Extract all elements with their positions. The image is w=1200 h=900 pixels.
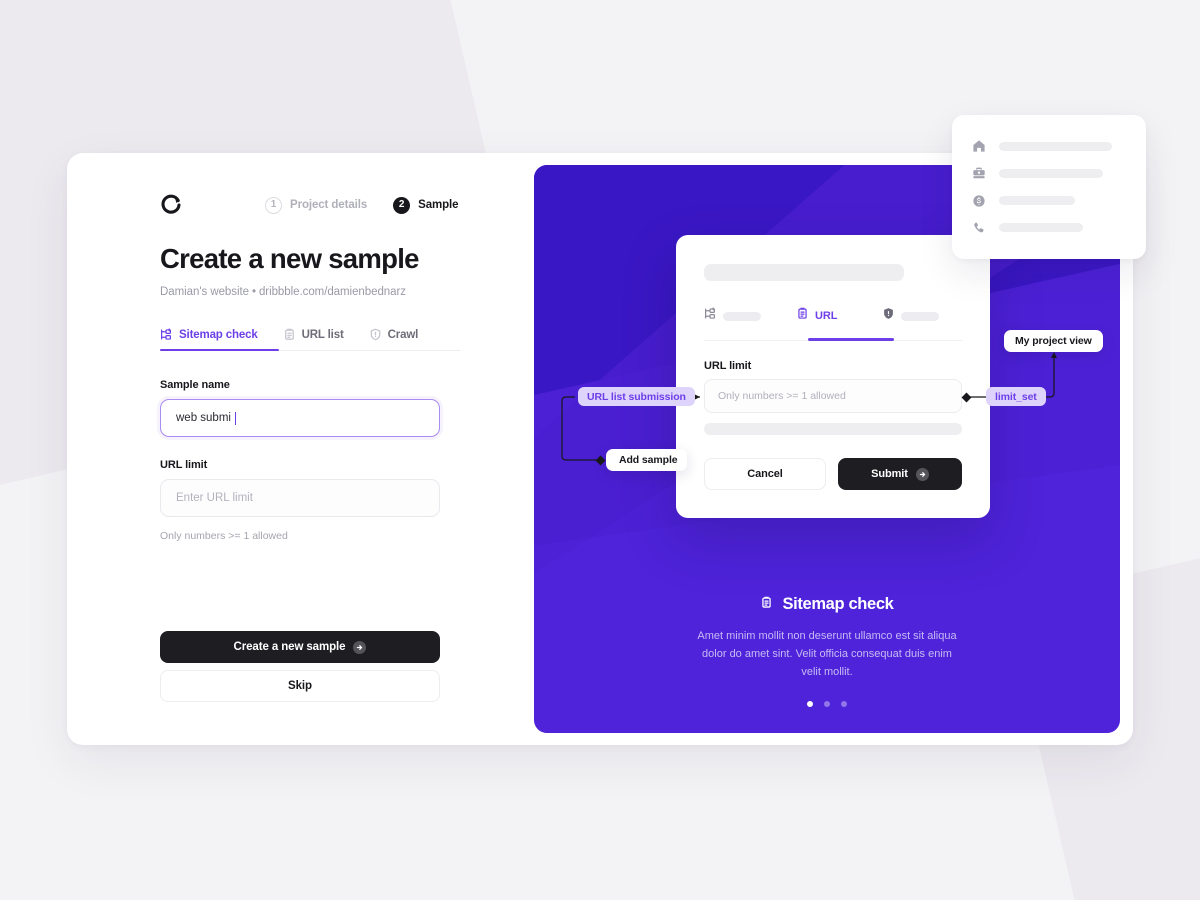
briefcase-icon [972,166,986,180]
float-card-row[interactable] [972,166,1126,180]
float-card-bar [999,141,1112,151]
annotation-my-project-view[interactable]: My project view [1004,330,1103,352]
annotation-add-sample[interactable]: Add sample [606,449,687,471]
dollar-circle-icon [972,194,986,208]
float-card-bar [999,196,1075,206]
float-card-bar [999,168,1103,178]
float-card-row[interactable] [972,139,1126,153]
floating-menu-card [952,115,1146,259]
phone-icon [972,221,986,235]
float-card-bar [999,223,1083,233]
annotation-url-list-submission[interactable]: URL list submission [578,387,695,406]
float-card-row[interactable] [972,221,1126,235]
float-card-row[interactable] [972,194,1126,208]
home-icon [972,139,986,153]
annotation-limit-set[interactable]: limit_set [986,387,1046,406]
screen-root: 1 Project details 2 Sample Create a new … [0,0,1200,900]
